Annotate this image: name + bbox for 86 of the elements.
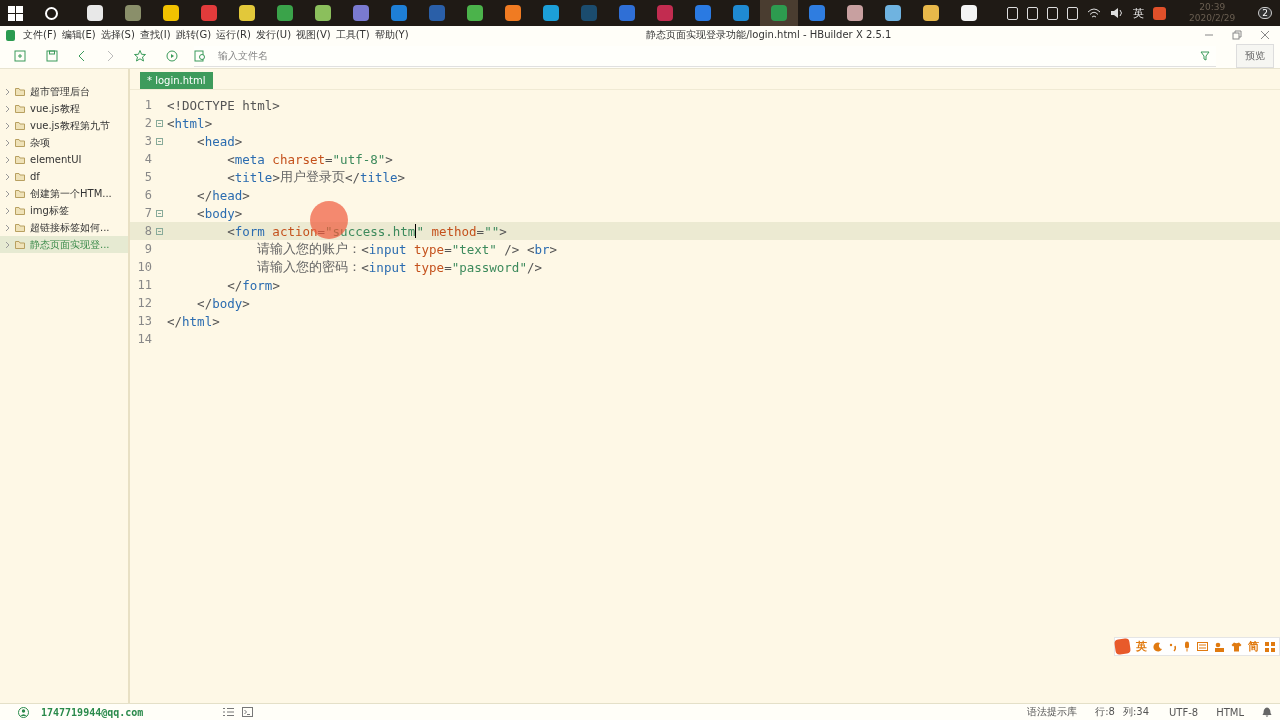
menu-item[interactable]: 运行(R): [216, 28, 251, 42]
menu-item[interactable]: 发行(U): [255, 28, 292, 42]
line-number: 7: [143, 206, 152, 220]
project-item[interactable]: 静态页面实现登...: [0, 236, 128, 253]
fold-icon[interactable]: [156, 119, 163, 127]
project-item[interactable]: img标签: [0, 202, 128, 219]
code-line: </form>: [226, 277, 280, 293]
restore-icon[interactable]: [1232, 30, 1242, 40]
notification-button[interactable]: 2: [1258, 7, 1272, 19]
language-indicator[interactable]: HTML: [1216, 706, 1244, 718]
menu-item[interactable]: 跳转(G): [175, 28, 212, 42]
code-line: </body>: [196, 295, 250, 311]
code-line: <!DOCTYPE html>: [167, 97, 280, 113]
file-search-field[interactable]: 输入文件名: [214, 46, 1192, 65]
menu-item[interactable]: 查找(I): [139, 28, 171, 42]
moon-icon[interactable]: [1153, 641, 1163, 652]
list-icon[interactable]: [223, 707, 235, 717]
start-icon[interactable]: [8, 5, 23, 21]
line-number: 12: [136, 296, 152, 310]
input-method-indicator[interactable]: 英: [1133, 5, 1145, 21]
line-indicator: 行:8: [1095, 705, 1115, 719]
project-item[interactable]: 创建第一个HTM...: [0, 185, 128, 202]
line-number: 9: [143, 242, 152, 256]
code-line: <body>: [196, 205, 243, 221]
user-icon[interactable]: [18, 706, 29, 718]
search-icon[interactable]: [45, 6, 58, 20]
keyboard-icon[interactable]: [1197, 642, 1208, 651]
menu-item[interactable]: 工具(T): [335, 28, 370, 42]
code-line: <html>: [167, 115, 213, 131]
menu-item[interactable]: 选择(S): [100, 28, 135, 42]
code-line: </html>: [167, 313, 220, 329]
project-item[interactable]: 超市管理后台: [0, 83, 128, 100]
preview-button[interactable]: 预览: [1236, 44, 1274, 68]
line-number: 10: [136, 260, 152, 274]
line-number: 5: [143, 170, 152, 184]
close-icon[interactable]: [1260, 30, 1270, 40]
fold-icon[interactable]: [156, 137, 163, 145]
filter-icon[interactable]: [1200, 50, 1210, 61]
line-number: 4: [143, 152, 152, 166]
code-line: <title>用户登录页</title>: [226, 168, 406, 186]
clock-date: 2020/2/29: [1189, 13, 1236, 24]
code-line: </head>: [196, 187, 250, 203]
code-line: 请输入您的密码：<input type="password"/>: [256, 258, 542, 276]
encoding-indicator[interactable]: UTF-8: [1169, 706, 1199, 718]
app-logo-icon: [6, 29, 15, 41]
menu-item[interactable]: 视图(V): [296, 28, 331, 42]
code-line: <head>: [196, 133, 243, 149]
column-indicator: 列:34: [1122, 705, 1149, 719]
star-icon[interactable]: [134, 50, 146, 62]
project-item[interactable]: elementUI: [0, 151, 128, 168]
back-icon[interactable]: [78, 50, 86, 62]
wifi-icon[interactable]: [1087, 7, 1102, 19]
line-number: 8: [143, 224, 152, 238]
speaker-icon[interactable]: [1110, 7, 1125, 19]
project-item[interactable]: 杂项: [0, 134, 128, 151]
grid-icon[interactable]: [1265, 641, 1275, 652]
line-number: 1: [143, 98, 152, 112]
project-item[interactable]: vue.js教程: [0, 100, 128, 117]
bell-icon[interactable]: [1262, 707, 1272, 717]
save-icon[interactable]: [46, 50, 58, 62]
code-line: 请输入您的账户：<input type="text" /> <br>: [256, 240, 558, 258]
file-search-icon[interactable]: [194, 49, 206, 62]
new-file-icon[interactable]: [14, 50, 26, 62]
line-number: 13: [136, 314, 152, 328]
menu-item[interactable]: 文件(F): [23, 28, 57, 42]
terminal-icon[interactable]: [242, 707, 254, 717]
window-title: 静态页面实现登录功能/login.html - HBuilder X 2.5.1: [646, 28, 892, 42]
code-line: <meta charset="utf-8">: [226, 151, 393, 167]
line-number: 2: [143, 116, 152, 130]
menu-item[interactable]: 帮助(Y): [374, 28, 409, 42]
line-number: 6: [143, 188, 152, 202]
account-name[interactable]: 1747719944@qq.com: [41, 706, 144, 718]
menu-item[interactable]: 编辑(E): [61, 28, 96, 42]
shirt-icon[interactable]: [1231, 641, 1242, 652]
run-icon[interactable]: [166, 50, 178, 62]
line-number: 3: [143, 134, 152, 148]
project-item[interactable]: df: [0, 168, 128, 185]
line-number: 11: [136, 278, 152, 292]
syntax-library-link[interactable]: 语法提示库: [1027, 705, 1078, 719]
person-icon[interactable]: [1214, 641, 1225, 652]
line-number: 14: [136, 332, 152, 346]
punctuation-icon[interactable]: [1169, 641, 1177, 652]
project-item[interactable]: vue.js教程第九节: [0, 117, 128, 134]
fold-icon[interactable]: [156, 209, 163, 217]
project-item[interactable]: 超链接标签如何...: [0, 219, 128, 236]
clock-time: 20:39: [1199, 2, 1226, 13]
